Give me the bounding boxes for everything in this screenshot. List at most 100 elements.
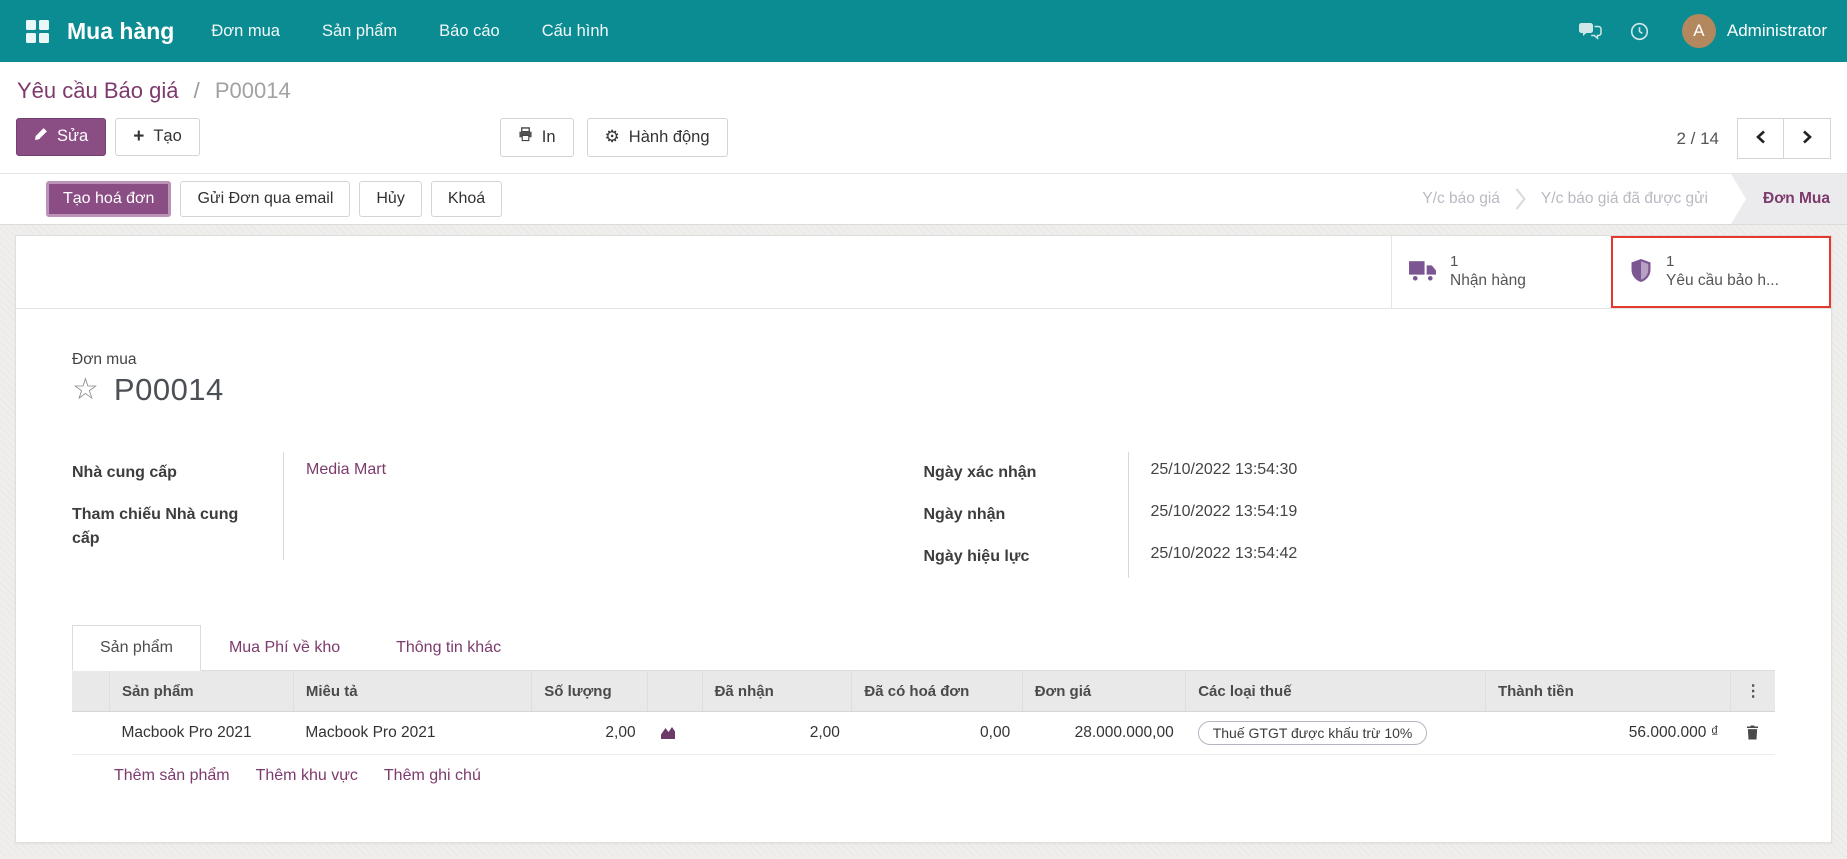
vendor-label: Nhà cung cấp (72, 452, 284, 494)
header-received: Đã nhận (702, 671, 852, 712)
cell-description: Macbook Pro 2021 (293, 712, 531, 755)
table-header-row: Sản phẩm Miêu tả Số lượng Đã nhận Đã có … (72, 671, 1775, 712)
pager-next-button[interactable] (1784, 118, 1831, 159)
header-forecast-spacer (648, 671, 702, 712)
activities-clock-icon[interactable] (1619, 16, 1660, 47)
menu-item-configuration[interactable]: Cấu hình (521, 0, 630, 62)
vendor-value-link[interactable]: Media Mart (284, 452, 386, 494)
effective-date-label: Ngày hiệu lực (924, 536, 1129, 578)
send-by-email-button[interactable]: Gửi Đơn qua email (180, 181, 350, 216)
field-vendor: Nhà cung cấp Media Mart (72, 452, 854, 494)
avatar: A (1682, 14, 1716, 48)
header-taxes: Các loại thuế (1186, 671, 1486, 712)
warranty-count: 1 (1666, 254, 1779, 269)
receipt-date-label: Ngày nhận (924, 494, 1129, 536)
receipt-smart-button[interactable]: 1 Nhận hàng (1391, 236, 1611, 308)
warranty-label: Yêu cầu bảo h... (1666, 272, 1779, 290)
stage-rfq[interactable]: Y/c báo giá (1407, 190, 1515, 208)
header-subtotal: Thành tiền (1485, 671, 1730, 712)
currency-symbol: ₫ (1711, 724, 1719, 741)
create-button[interactable]: + Tạo (115, 118, 200, 156)
stage-chevron-icon (1515, 188, 1526, 210)
cell-unit-price: 28.000.000,00 (1022, 712, 1185, 755)
receipt-count: 1 (1450, 254, 1526, 269)
cancel-button[interactable]: Hủy (359, 181, 421, 216)
field-groups: Nhà cung cấp Media Mart Tham chiếu Nhà c… (72, 452, 1775, 578)
pager-prev-button[interactable] (1737, 118, 1784, 159)
shield-icon (1629, 258, 1653, 287)
app-name[interactable]: Mua hàng (67, 18, 174, 45)
tab-landed-costs[interactable]: Mua Phí về kho (201, 625, 368, 671)
header-quantity: Số lượng (532, 671, 648, 712)
chevron-right-icon (1801, 130, 1813, 147)
forecast-chart-icon[interactable] (660, 725, 677, 740)
cell-billed: 0,00 (852, 712, 1022, 755)
order-lines-table: Sản phẩm Miêu tả Số lượng Đã nhận Đã có … (72, 671, 1775, 755)
confirmation-date-label: Ngày xác nhận (924, 452, 1129, 494)
tax-pill: Thuế GTGT được khấu trừ 10% (1198, 721, 1428, 745)
add-product-link[interactable]: Thêm sản phẩm (114, 767, 230, 785)
menu-item-reporting[interactable]: Báo cáo (418, 0, 521, 62)
effective-date-value: 25/10/2022 13:54:42 (1129, 536, 1298, 578)
notebook: Sản phẩm Mua Phí về kho Thông tin khác S… (72, 624, 1775, 799)
menu-item-products[interactable]: Sản phẩm (301, 0, 418, 62)
truck-icon (1408, 259, 1437, 285)
main-menu: Đơn mua Sản phẩm Báo cáo Cấu hình (190, 0, 629, 62)
breadcrumb-current: P00014 (215, 78, 291, 103)
control-panel: Sửa + Tạo In ⚙ Hành động 2 / 14 (0, 110, 1847, 173)
smart-button-box: 1 Nhận hàng 1 Yêu cầu bảo h... (16, 236, 1831, 309)
vendor-reference-label: Tham chiếu Nhà cung cấp (72, 494, 284, 560)
edit-button[interactable]: Sửa (16, 118, 106, 156)
tab-products[interactable]: Sản phẩm (72, 625, 201, 671)
pager-count: 2 / 14 (1676, 129, 1719, 149)
gear-icon: ⚙ (605, 130, 620, 144)
top-navbar: Mua hàng Đơn mua Sản phẩm Báo cáo Cấu hì… (0, 0, 1847, 62)
action-menu-button[interactable]: ⚙ Hành động (587, 118, 728, 157)
apps-menu-button[interactable] (14, 12, 61, 51)
tab-other-info[interactable]: Thông tin khác (368, 625, 529, 671)
table-footer-links: Thêm sản phẩm Thêm khu vực Thêm ghi chú (72, 755, 1775, 799)
trash-icon[interactable] (1746, 725, 1759, 740)
stage-rfq-sent[interactable]: Y/c báo giá đã được gửi (1526, 190, 1723, 208)
action-button-label: Hành động (629, 128, 710, 148)
breadcrumb: Yêu cầu Báo giá / P00014 (0, 62, 1847, 110)
breadcrumb-parent-link[interactable]: Yêu cầu Báo giá (17, 78, 178, 103)
messages-icon[interactable] (1567, 16, 1613, 46)
odoo-purchase-app: Mua hàng Đơn mua Sản phẩm Báo cáo Cấu hì… (0, 0, 1847, 857)
user-menu[interactable]: A Administrator (1666, 14, 1833, 48)
action-buttons: In ⚙ Hành động (500, 118, 728, 157)
subtotal-amount: 56.000.000 (1629, 724, 1707, 741)
edit-button-label: Sửa (57, 127, 88, 147)
statusbar: Tạo hoá đơn Gửi Đơn qua email Hủy Khoá Y… (0, 173, 1847, 225)
confirmation-date-value: 25/10/2022 13:54:30 (1129, 452, 1298, 494)
add-note-link[interactable]: Thêm ghi chú (384, 767, 481, 785)
create-bill-button[interactable]: Tạo hoá đơn (46, 181, 171, 216)
statusbar-buttons: Tạo hoá đơn Gửi Đơn qua email Hủy Khoá (46, 181, 502, 216)
lock-button[interactable]: Khoá (431, 181, 502, 216)
add-section-link[interactable]: Thêm khu vực (256, 767, 358, 785)
notebook-tabs: Sản phẩm Mua Phí về kho Thông tin khác (72, 624, 1775, 671)
content-area: 1 Nhận hàng 1 Yêu cầu bảo h... Đơn mu (0, 225, 1847, 857)
field-confirmation-date: Ngày xác nhận 25/10/2022 13:54:30 (924, 452, 1776, 494)
breadcrumb-separator: / (194, 78, 200, 103)
header-product: Sản phẩm (109, 671, 293, 712)
stage-purchase-order[interactable]: Đơn Mua (1731, 174, 1847, 224)
print-button-label: In (542, 128, 556, 148)
favorite-star-icon[interactable]: ☆ (72, 375, 99, 405)
apps-grid-icon (26, 20, 49, 43)
pencil-icon (34, 127, 48, 147)
printer-icon (518, 127, 533, 148)
row-handle-cell (72, 712, 109, 755)
status-pipeline: Y/c báo giá Y/c báo giá đã được gửi Đơn … (1407, 174, 1847, 224)
cell-subtotal: 56.000.000 ₫ (1485, 712, 1730, 755)
doc-type-label: Đơn mua (72, 351, 1775, 369)
record-buttons: Sửa + Tạo (16, 118, 200, 156)
handle-column-header (72, 671, 109, 712)
menu-item-orders[interactable]: Đơn mua (190, 0, 301, 62)
print-button[interactable]: In (500, 118, 574, 157)
order-line-row[interactable]: Macbook Pro 2021 Macbook Pro 2021 2,00 2… (72, 712, 1775, 755)
plus-icon: + (133, 130, 144, 144)
field-vendor-reference: Tham chiếu Nhà cung cấp (72, 494, 854, 560)
kebab-icon[interactable]: ⋮ (1745, 683, 1761, 700)
warranty-smart-button[interactable]: 1 Yêu cầu bảo h... (1611, 236, 1831, 308)
